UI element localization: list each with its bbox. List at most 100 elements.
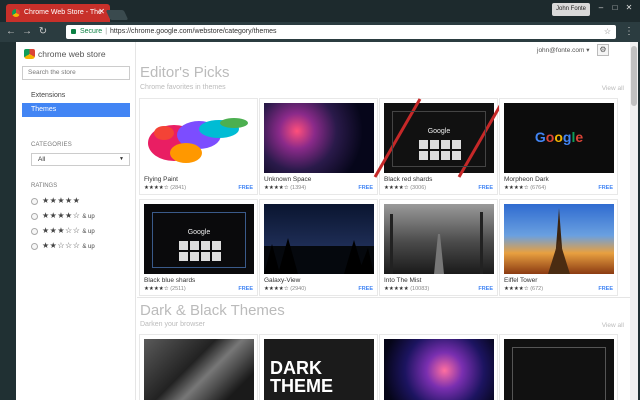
account-menu[interactable]: john@fonte.com ▾ bbox=[537, 46, 590, 54]
rating-count: (1394) bbox=[290, 185, 307, 191]
rating-filter-5[interactable]: ★★★★★ bbox=[31, 196, 82, 207]
rating-stars: ★★★★☆ bbox=[264, 185, 289, 191]
rating-stars: ★★★★☆ bbox=[144, 185, 169, 191]
reload-icon[interactable]: ↻ bbox=[36, 25, 50, 39]
theme-price: FREE bbox=[238, 286, 253, 292]
theme-card[interactable]: DARK THEME bbox=[259, 334, 378, 400]
chevron-down-icon: ▼ bbox=[119, 156, 124, 162]
rating-suffix: & up bbox=[82, 244, 95, 250]
browser-preview bbox=[512, 347, 606, 400]
ratings-label: RATINGS bbox=[31, 183, 58, 189]
profile-button[interactable]: John Fonte bbox=[552, 3, 590, 16]
misty-road-image bbox=[390, 212, 483, 274]
rating-count: (3006) bbox=[410, 185, 427, 191]
theme-thumbnail: DARK THEME bbox=[264, 339, 374, 400]
back-icon[interactable]: ← bbox=[4, 25, 18, 39]
theme-card[interactable]: Eiffel Tower ★★★★☆ (672) FREE bbox=[499, 199, 618, 296]
theme-rating: ★★★★☆ (2940) bbox=[264, 286, 306, 292]
theme-thumbnail bbox=[144, 103, 254, 173]
page-scrollbar[interactable] bbox=[630, 42, 638, 400]
rating-count: (672) bbox=[530, 286, 544, 292]
theme-thumbnail bbox=[384, 204, 494, 274]
theme-card[interactable]: Flying Paint ★★★★☆ (2841) FREE bbox=[139, 98, 258, 195]
sidebar-item-themes[interactable]: Themes bbox=[22, 103, 130, 117]
address-bar[interactable]: Secure | https://chrome.google.com/webstor… bbox=[66, 25, 616, 39]
rating-stars: ★★★★☆ bbox=[504, 185, 529, 191]
browser-menu-icon[interactable]: ⋮ bbox=[624, 25, 634, 39]
theme-card[interactable] bbox=[499, 334, 618, 400]
google-logo-text: Google bbox=[534, 129, 584, 145]
theme-card[interactable] bbox=[379, 334, 498, 400]
theme-name: Flying Paint bbox=[144, 176, 178, 183]
web-page: chrome web store Search the store Extens… bbox=[16, 42, 630, 400]
theme-thumbnail: Google bbox=[504, 103, 614, 173]
theme-name: Morpheon Dark bbox=[504, 176, 549, 183]
google-logo-text: Google bbox=[187, 229, 211, 236]
new-tab-button[interactable] bbox=[105, 10, 129, 20]
close-tab-icon[interactable]: ✕ bbox=[98, 7, 105, 16]
view-all-link[interactable]: View all bbox=[602, 85, 624, 92]
scrollbar-thumb[interactable] bbox=[631, 46, 637, 106]
close-window-icon[interactable]: ✕ bbox=[622, 2, 636, 14]
section-title: Dark & Black Themes bbox=[140, 302, 285, 319]
eiffel-tower-image bbox=[548, 208, 570, 274]
rating-count: (2940) bbox=[290, 286, 307, 292]
tile-grid bbox=[179, 241, 221, 261]
theme-card[interactable] bbox=[139, 334, 258, 400]
rating-stars: ★★★★★ bbox=[42, 196, 81, 205]
paint-splash-image bbox=[148, 118, 248, 163]
url-text: https://chrome.google.com/webstore/categ… bbox=[110, 28, 277, 35]
theme-price: FREE bbox=[358, 286, 373, 292]
rating-filter-2[interactable]: ★★☆☆☆ & up bbox=[31, 241, 95, 252]
theme-price: FREE bbox=[238, 185, 253, 191]
rating-filter-4[interactable]: ★★★★☆ & up bbox=[31, 211, 95, 222]
forward-icon[interactable]: → bbox=[20, 25, 34, 39]
theme-name: Eiffel Tower bbox=[504, 277, 538, 284]
theme-thumbnail: Google bbox=[144, 204, 254, 274]
theme-card[interactable]: Unknown Space ★★★★☆ (1394) FREE bbox=[259, 98, 378, 195]
secure-label: Secure bbox=[80, 28, 103, 35]
theme-thumbnail bbox=[504, 339, 614, 400]
search-input[interactable]: Search the store bbox=[22, 66, 130, 80]
radio-button[interactable] bbox=[31, 212, 38, 220]
browser-preview: Google bbox=[152, 212, 246, 268]
browser-preview: Google bbox=[392, 111, 486, 167]
theme-card[interactable]: Into The Mist ★★★★★ (10083) FREE bbox=[379, 199, 498, 296]
minimize-icon[interactable]: – bbox=[594, 2, 608, 14]
rating-filter-3[interactable]: ★★★☆☆ & up bbox=[31, 226, 95, 237]
view-all-link[interactable]: View all bbox=[602, 322, 624, 329]
chrome-web-store-icon bbox=[24, 49, 35, 59]
gear-icon[interactable]: ⚙ bbox=[597, 44, 609, 56]
sidebar: chrome web store Search the store Extens… bbox=[16, 42, 136, 400]
theme-price: FREE bbox=[478, 286, 493, 292]
maximize-icon[interactable]: □ bbox=[608, 2, 622, 14]
theme-thumbnail bbox=[504, 204, 614, 274]
store-logo[interactable]: chrome web store bbox=[24, 46, 106, 62]
tab-strip: Chrome Web Store - The ✕ John Fonte – □ … bbox=[0, 0, 640, 22]
rating-stars: ★★☆☆☆ bbox=[42, 241, 81, 250]
google-logo-text: Google bbox=[427, 128, 451, 135]
theme-card[interactable]: Google Black red shards ★★★★☆ (3006) FRE… bbox=[373, 98, 506, 195]
tab-title: Chrome Web Store - The bbox=[24, 9, 102, 16]
section-subtitle: Chrome favorites in themes bbox=[140, 84, 226, 91]
url-separator: | bbox=[105, 28, 108, 35]
radio-button[interactable] bbox=[31, 242, 38, 250]
bookmark-star-icon[interactable]: ☆ bbox=[604, 25, 611, 39]
rating-count: (6764) bbox=[530, 185, 547, 191]
theme-card[interactable]: Galaxy-View ★★★★☆ (2940) FREE bbox=[259, 199, 378, 296]
rating-suffix: & up bbox=[82, 229, 95, 235]
category-select[interactable]: All ▼ bbox=[31, 153, 130, 166]
theme-card[interactable]: Google Morpheon Dark ★★★★☆ (6764) FREE bbox=[499, 98, 618, 195]
theme-rating: ★★★★☆ (1394) bbox=[264, 185, 306, 191]
theme-name: Unknown Space bbox=[264, 176, 312, 183]
category-value: All bbox=[38, 156, 46, 163]
pine-trees-image bbox=[264, 238, 374, 274]
radio-button[interactable] bbox=[31, 227, 38, 235]
rating-stars: ★★★★☆ bbox=[504, 286, 529, 292]
radio-button[interactable] bbox=[31, 197, 38, 205]
sidebar-item-extensions[interactable]: Extensions bbox=[31, 92, 65, 99]
theme-price: FREE bbox=[598, 286, 613, 292]
tab-chrome-web-store[interactable]: Chrome Web Store - The ✕ bbox=[6, 4, 110, 22]
lock-icon bbox=[71, 29, 76, 34]
theme-card[interactable]: Google Black blue shards ★★★★☆ (2511) FR… bbox=[139, 199, 258, 296]
